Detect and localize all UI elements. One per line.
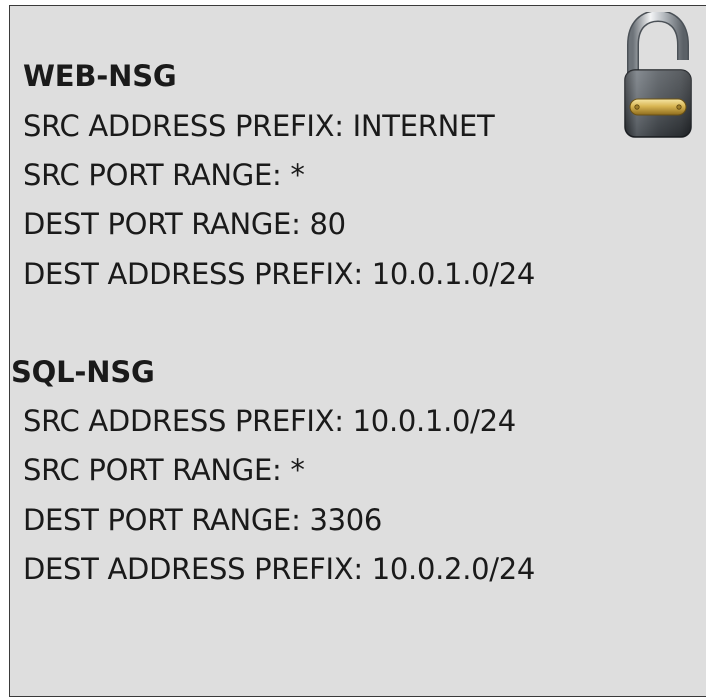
padlock-icon xyxy=(624,12,692,138)
sql-nsg-dest-address-prefix: DEST ADDRESS PREFIX: 10.0.2.0/24 xyxy=(23,552,536,586)
web-nsg-dest-port-range: DEST PORT RANGE: 80 xyxy=(23,207,346,241)
sql-nsg-title: SQL-NSG xyxy=(11,355,155,389)
web-nsg-dest-address-prefix: DEST ADDRESS PREFIX: 10.0.1.0/24 xyxy=(23,257,536,291)
sql-nsg-src-port-range: SRC PORT RANGE: * xyxy=(23,453,305,487)
web-nsg-title: WEB-NSG xyxy=(23,59,177,93)
sql-nsg-dest-port-range: DEST PORT RANGE: 3306 xyxy=(23,503,383,537)
web-nsg-src-port-range: SRC PORT RANGE: * xyxy=(23,158,305,192)
sql-nsg-src-address-prefix: SRC ADDRESS PREFIX: 10.0.1.0/24 xyxy=(23,404,516,438)
web-nsg-src-address-prefix: SRC ADDRESS PREFIX: INTERNET xyxy=(23,109,495,143)
nsg-rules-panel: WEB-NSG SRC ADDRESS PREFIX: INTERNET SRC… xyxy=(9,5,706,697)
